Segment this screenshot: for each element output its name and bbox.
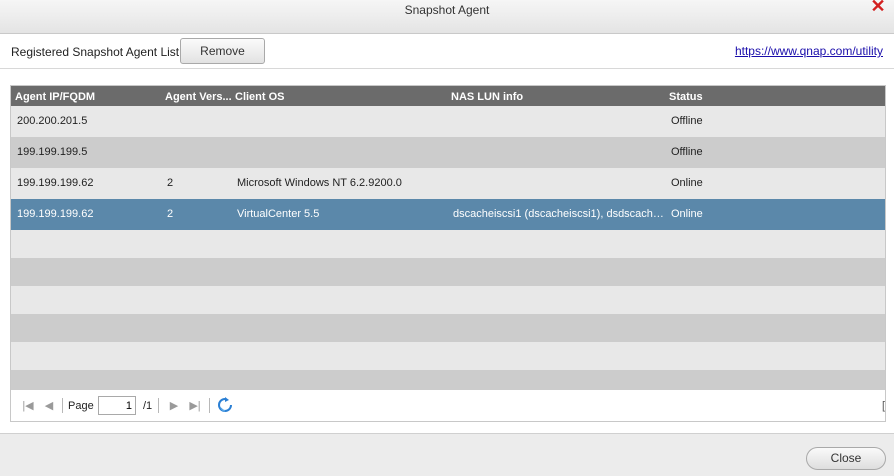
pager-edge-marker: [	[881, 400, 885, 412]
empty-row	[11, 230, 885, 258]
cell-nas-lun	[447, 106, 665, 137]
column-header-status[interactable]: Status	[665, 86, 885, 106]
empty-row	[11, 342, 885, 370]
close-button[interactable]: Close	[806, 447, 886, 470]
agent-table: Agent IP/FQDM Agent Vers... Client OS NA…	[10, 85, 886, 422]
empty-row	[11, 370, 885, 390]
agent-list-label: Registered Snapshot Agent List	[11, 45, 180, 59]
column-header-client-os[interactable]: Client OS	[231, 86, 447, 106]
refresh-icon[interactable]	[217, 397, 233, 413]
cell-client-os	[231, 106, 447, 137]
empty-row	[11, 286, 885, 314]
column-header-nas-lun[interactable]: NAS LUN info	[447, 86, 665, 106]
cell-version	[161, 106, 231, 137]
next-page-icon[interactable]: ▶	[167, 399, 181, 413]
table-row-selected[interactable]: 199.199.199.62 2 VirtualCenter 5.5 dscac…	[11, 199, 885, 230]
pager-divider	[209, 398, 210, 413]
prev-page-icon[interactable]: ◀	[42, 399, 56, 413]
cell-ip: 199.199.199.62	[17, 177, 94, 189]
table-header: Agent IP/FQDM Agent Vers... Client OS NA…	[11, 86, 885, 106]
empty-row	[11, 258, 885, 286]
column-header-ip[interactable]: Agent IP/FQDM	[11, 86, 161, 106]
cell-version: 2	[167, 177, 174, 189]
cell-status: Offline	[671, 146, 703, 158]
table-row[interactable]: 200.200.201.5 Offline	[11, 106, 885, 137]
cell-status: Offline	[671, 115, 703, 127]
cell-ip: 199.199.199.62	[17, 208, 94, 220]
cell-nas-lun	[447, 168, 665, 199]
cell-version: 2	[167, 208, 174, 220]
page-number-input[interactable]	[98, 396, 136, 415]
cell-status: Online	[671, 177, 703, 189]
dialog-footer: Close	[0, 433, 894, 476]
cell-client-os	[231, 137, 447, 168]
column-header-version[interactable]: Agent Vers...	[161, 86, 231, 106]
toolbar: Registered Snapshot Agent List Remove ht…	[0, 34, 894, 69]
window-title: Snapshot Agent	[404, 3, 490, 17]
pager-divider	[62, 398, 63, 413]
table-body: 200.200.201.5 Offline 199.199.199.5 Offl…	[11, 106, 885, 390]
page-label: Page	[68, 400, 94, 412]
title-bar: Snapshot Agent ✕	[0, 0, 894, 34]
cell-status: Online	[671, 208, 703, 220]
cell-ip: 199.199.199.5	[17, 146, 88, 158]
cell-client-os: Microsoft Windows NT 6.2.9200.0	[237, 177, 402, 189]
pager-divider	[158, 398, 159, 413]
remove-button[interactable]: Remove	[180, 38, 265, 64]
cell-nas-lun: dscacheiscsi1 (dscacheiscsi1), dsdscache…	[453, 208, 665, 220]
cell-client-os: VirtualCenter 5.5	[237, 208, 320, 220]
cell-nas-lun	[447, 137, 665, 168]
utility-link[interactable]: https://www.qnap.com/utility	[735, 44, 883, 58]
table-row[interactable]: 199.199.199.62 2 Microsoft Windows NT 6.…	[11, 168, 885, 199]
close-icon[interactable]: ✕	[870, 0, 886, 15]
page-total: /1	[143, 400, 153, 412]
cell-version	[161, 137, 231, 168]
table-row[interactable]: 199.199.199.5 Offline	[11, 137, 885, 168]
empty-row	[11, 314, 885, 342]
first-page-icon[interactable]: |◀	[21, 399, 35, 413]
cell-ip: 200.200.201.5	[17, 115, 88, 127]
last-page-icon[interactable]: ▶|	[188, 399, 202, 413]
pagination-bar: |◀ ◀ Page /1 ▶ ▶| [	[11, 390, 885, 421]
